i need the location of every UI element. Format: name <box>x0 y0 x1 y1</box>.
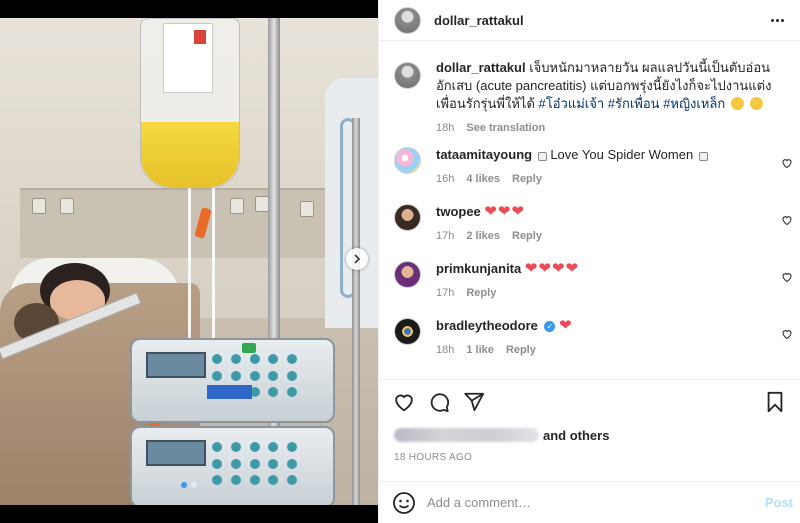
comment-avatar[interactable] <box>394 318 421 345</box>
comment-likes[interactable]: 4 likes <box>466 170 500 188</box>
scream-emoji-icon <box>730 97 744 110</box>
caption-body: dollar_rattakul เจ็บหนักมาหลายวัน ผลแลปว… <box>436 59 776 137</box>
verified-badge-icon: ✓ <box>544 321 556 333</box>
bookmark-icon <box>767 391 783 413</box>
author-avatar[interactable] <box>394 6 421 34</box>
share-button[interactable] <box>462 390 486 414</box>
photo-pump-light <box>242 343 256 353</box>
comment-text: ❤❤❤ <box>484 203 526 220</box>
comment-time[interactable]: 16h <box>436 170 454 188</box>
like-button[interactable] <box>392 390 416 414</box>
photo-pump-screen <box>146 440 206 466</box>
comment-text: Love You Spider Women <box>550 147 694 162</box>
add-comment-bar: Post <box>379 481 800 523</box>
comment-text: ❤❤❤❤ <box>524 260 580 277</box>
comment-bubble-icon <box>430 393 450 413</box>
photo-infusion-pump <box>130 426 335 505</box>
instagram-post-view: dollar_rattakul dollar_rattakul เจ็บหนัก… <box>0 0 800 523</box>
comment-body: tataamitayoung Love You Spider Women 16h… <box>436 146 776 188</box>
reply-button[interactable]: Reply <box>506 341 536 359</box>
photo-tube <box>188 188 191 358</box>
photo-pump-label <box>207 385 252 399</box>
photo-outlet <box>300 201 314 217</box>
like-comment-heart-icon[interactable] <box>781 271 793 283</box>
photo-outlet <box>60 198 74 214</box>
caption-username[interactable]: dollar_rattakul <box>436 60 526 75</box>
add-comment-input[interactable] <box>427 495 757 510</box>
post-actions <box>379 379 800 421</box>
photo-iv-bag <box>140 18 240 188</box>
photo-iv-fluid <box>141 122 239 187</box>
next-image-button[interactable] <box>346 248 368 270</box>
photo-iv-pole <box>352 118 360 505</box>
liked-by-redacted <box>394 428 539 442</box>
photo-tube <box>212 188 215 338</box>
comment-time[interactable]: 18h <box>436 341 454 359</box>
comment-text: ❤ <box>559 317 573 334</box>
photo-infusion-pump <box>130 338 335 423</box>
comment-likes[interactable]: 1 like <box>466 341 494 359</box>
carousel-dot <box>191 482 197 488</box>
comment-username[interactable]: tataamitayoung <box>436 147 532 162</box>
caption-hashtags[interactable]: #โอ๋วแม่เจ้า #รักเพื่อน #หญิงเหล็ก <box>539 96 726 111</box>
caption-avatar[interactable] <box>394 62 421 89</box>
more-options-icon <box>770 18 774 22</box>
post-comment-button[interactable]: Post <box>765 495 793 510</box>
likes-summary[interactable]: and others <box>394 425 609 445</box>
comment-time[interactable]: 17h <box>436 284 454 302</box>
carousel-indicator <box>0 482 378 488</box>
photo-outlet <box>255 196 269 212</box>
photo-outlet <box>32 198 46 214</box>
emoji-smiley-icon[interactable] <box>392 491 416 515</box>
comments-list[interactable]: dollar_rattakul เจ็บหนักมาหลายวัน ผลแลปว… <box>379 41 800 374</box>
reply-button[interactable]: Reply <box>512 170 542 188</box>
reply-button[interactable]: Reply <box>466 284 496 302</box>
like-comment-heart-icon[interactable] <box>781 214 793 226</box>
comment-button[interactable] <box>427 390 451 414</box>
chevron-right-icon <box>354 254 361 264</box>
photo-pump-screen <box>146 352 206 378</box>
comment-avatar[interactable] <box>394 147 421 174</box>
grimace-emoji-icon <box>749 97 763 110</box>
comment-body: primkunjanita ❤❤❤❤ 17h Reply <box>436 260 776 302</box>
comment-username[interactable]: bradleytheodore <box>436 318 538 333</box>
comment-username[interactable]: primkunjanita <box>436 261 521 276</box>
post-photo[interactable] <box>0 18 378 505</box>
comment-avatar[interactable] <box>394 204 421 231</box>
comment-username[interactable]: twopee <box>436 204 481 219</box>
save-button[interactable] <box>763 390 787 414</box>
comment-body: twopee ❤❤❤ 17h 2 likes Reply <box>436 203 776 245</box>
spider-emoji-icon <box>537 152 547 161</box>
likes-suffix[interactable]: and others <box>543 428 609 443</box>
like-comment-heart-icon[interactable] <box>781 328 793 340</box>
caption-time[interactable]: 18h <box>436 119 454 137</box>
paper-plane-icon <box>464 392 485 412</box>
comment-avatar[interactable] <box>394 261 421 288</box>
heart-icon <box>395 394 413 412</box>
reply-button[interactable]: Reply <box>512 227 542 245</box>
comment-body: bradleytheodore ✓ ❤ 18h 1 like Reply <box>436 317 776 359</box>
spider-emoji-icon <box>698 152 708 161</box>
post-timestamp[interactable]: 18 HOURS AGO <box>394 452 472 463</box>
carousel-dot <box>181 482 187 488</box>
comment-likes[interactable]: 2 likes <box>466 227 500 245</box>
more-options-button[interactable] <box>767 10 787 30</box>
comment-time[interactable]: 17h <box>436 227 454 245</box>
photo-outlet <box>230 198 244 214</box>
post-header: dollar_rattakul <box>379 0 800 41</box>
post-media <box>0 0 378 523</box>
see-translation-link[interactable]: See translation <box>466 119 545 137</box>
photo-iv-label <box>163 23 213 93</box>
author-username[interactable]: dollar_rattakul <box>434 13 524 28</box>
post-side-panel: dollar_rattakul dollar_rattakul เจ็บหนัก… <box>378 0 800 523</box>
like-comment-heart-icon[interactable] <box>781 157 793 169</box>
